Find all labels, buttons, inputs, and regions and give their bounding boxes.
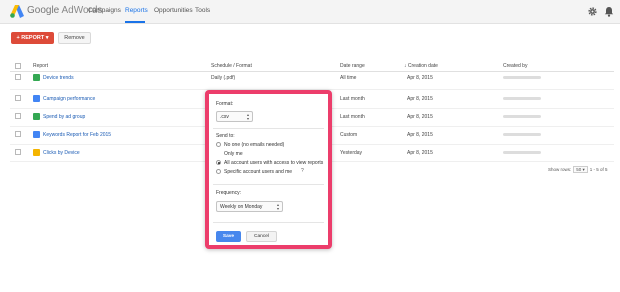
send-radio-all-users[interactable] <box>216 160 221 165</box>
frequency-value: Weekly on Monday <box>220 203 263 210</box>
creation-date-cell: Apr 8, 2015 <box>407 150 433 156</box>
send-option-only-me[interactable]: Only me <box>224 151 243 157</box>
header-divider <box>10 71 614 72</box>
created-by-redacted <box>503 97 541 100</box>
report-link[interactable]: Clicks by Device <box>43 150 80 156</box>
send-option-specific-users[interactable]: Specific account users and me <box>224 169 292 175</box>
popup-divider <box>213 222 324 223</box>
frequency-select[interactable]: Weekly on Monday ▴ ▾ <box>216 201 283 212</box>
chart-report-icon <box>33 113 40 120</box>
device-report-icon <box>33 149 40 156</box>
popup-divider <box>213 184 324 185</box>
nav-opportunities[interactable]: Opportunities <box>154 7 193 14</box>
report-link[interactable]: Spend by ad group <box>43 114 85 120</box>
date-range-cell: Last month <box>340 114 365 120</box>
save-button[interactable]: Save <box>216 231 241 242</box>
help-icon[interactable]: ? <box>301 168 304 174</box>
column-header-schedule[interactable]: Schedule / Format <box>211 63 252 69</box>
pagination: Show rows: 50 ▾ 1 - 5 of 5 <box>548 166 608 173</box>
report-link[interactable]: Device trends <box>43 75 74 81</box>
top-bar: Google AdWords Campaigns Reports Opportu… <box>0 0 620 24</box>
column-header-report[interactable]: Report <box>33 63 48 69</box>
active-nav-indicator <box>125 21 145 23</box>
popup-divider <box>213 128 324 129</box>
date-range-cell: Custom <box>340 132 358 138</box>
send-option-no-one[interactable]: No one (no emails needed) <box>224 142 284 148</box>
schedule-cell: Daily (.pdf) <box>211 75 236 81</box>
creation-date-cell: Apr 8, 2015 <box>407 114 433 120</box>
cancel-button[interactable]: Cancel <box>246 231 277 242</box>
creation-date-cell: Apr 8, 2015 <box>407 132 433 138</box>
format-select[interactable]: .csv ▴ ▾ <box>216 111 253 122</box>
chevron-down-icon: ▾ <box>581 166 585 172</box>
remove-button[interactable]: Remove <box>58 32 91 44</box>
creation-date-cell: Apr 8, 2015 <box>407 75 433 81</box>
report-link[interactable]: Campaign performance <box>43 96 95 102</box>
send-to-label: Send to: <box>216 133 235 139</box>
nav-tools[interactable]: Tools <box>195 7 210 14</box>
row-checkbox[interactable] <box>15 74 21 80</box>
report-link[interactable]: Keywords Report for Feb 2015 <box>43 132 111 138</box>
send-radio-specific-users[interactable] <box>216 169 221 174</box>
schedule-popup: Format: .csv ▴ ▾ Send to: No one (no emai… <box>205 90 332 249</box>
created-by-redacted <box>503 151 541 154</box>
select-all-checkbox[interactable] <box>15 63 21 69</box>
send-radio-no-one[interactable] <box>216 142 221 147</box>
format-value: .csv <box>220 113 229 120</box>
select-arrows-icon: ▴ ▾ <box>246 112 249 121</box>
nav-reports[interactable]: Reports <box>125 7 148 14</box>
frequency-label: Frequency: <box>216 190 242 196</box>
bell-icon[interactable] <box>604 6 614 17</box>
page-range: 1 - 5 of 5 <box>589 167 608 172</box>
date-range-cell: Last month <box>340 96 365 102</box>
select-arrows-icon: ▴ ▾ <box>276 202 279 211</box>
gear-icon[interactable] <box>587 6 598 17</box>
created-by-redacted <box>503 76 541 79</box>
row-checkbox[interactable] <box>15 149 21 155</box>
logo-google: Google <box>27 5 60 16</box>
send-option-all-users[interactable]: All account users with access to view re… <box>224 160 323 166</box>
created-by-redacted <box>503 115 541 118</box>
format-label: Format: <box>216 101 234 107</box>
column-header-created-by[interactable]: Created by <box>503 63 527 69</box>
date-range-cell: Yesterday <box>340 150 363 156</box>
chart-report-icon <box>33 74 40 81</box>
row-checkbox[interactable] <box>15 113 21 119</box>
rows-per-page-select[interactable]: 50 ▾ <box>573 166 588 173</box>
column-header-date-range[interactable]: Date range <box>340 63 365 69</box>
table-report-icon <box>33 95 40 102</box>
row-checkbox[interactable] <box>15 95 21 101</box>
created-by-redacted <box>503 133 541 136</box>
column-header-creation-date[interactable]: ↓ Creation date <box>404 63 438 69</box>
date-range-cell: All time <box>340 75 357 81</box>
show-rows-label: Show rows: <box>548 167 572 172</box>
table-report-icon <box>33 131 40 138</box>
add-report-button[interactable]: + REPORT ▾ <box>11 32 54 44</box>
row-checkbox[interactable] <box>15 131 21 137</box>
creation-date-cell: Apr 8, 2015 <box>407 96 433 102</box>
adwords-logo-icon[interactable] <box>10 5 24 18</box>
nav-campaigns[interactable]: Campaigns <box>88 7 121 14</box>
